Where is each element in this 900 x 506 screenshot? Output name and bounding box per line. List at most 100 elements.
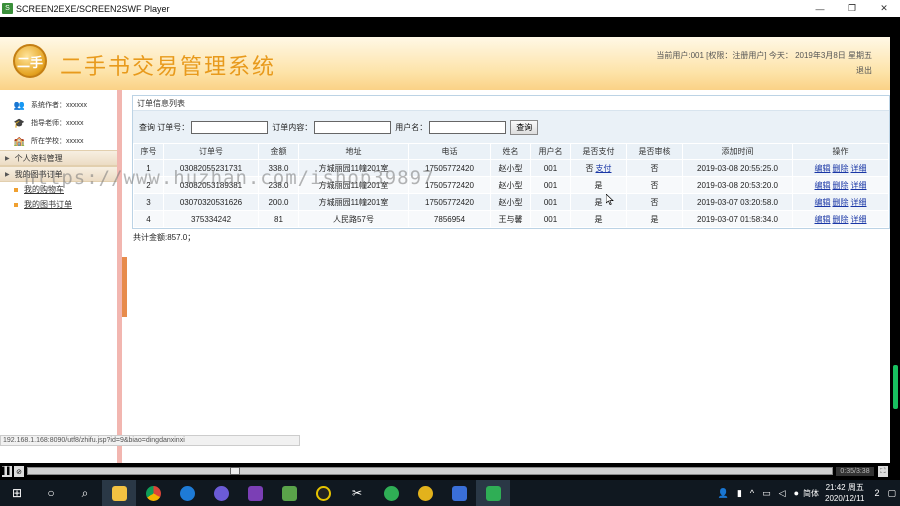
app-icon[interactable]: [374, 480, 408, 506]
delete-link[interactable]: 删除: [833, 164, 849, 173]
pay-link[interactable]: 支付: [596, 164, 612, 173]
cell-index: 3: [133, 193, 164, 211]
edit-link[interactable]: 编辑: [815, 215, 831, 224]
search-icon[interactable]: ⌕: [68, 480, 102, 506]
cell-time: 2019-03-07 01:58:34.0: [682, 210, 793, 228]
volume-icon[interactable]: ◁: [779, 488, 786, 499]
edit-link[interactable]: 编辑: [815, 198, 831, 207]
cell-name: 赵小型: [490, 193, 531, 211]
maximize-button[interactable]: ❐: [836, 0, 868, 17]
search-button[interactable]: 查询: [510, 119, 539, 135]
fullscreen-button[interactable]: ⛶: [878, 466, 888, 477]
triangle-down-icon: ▶: [5, 171, 10, 178]
chrome-icon[interactable]: [136, 480, 170, 506]
cell-order-no: 03082055231731: [163, 159, 259, 177]
detail-link[interactable]: 详细: [851, 181, 867, 190]
qq-icon[interactable]: [306, 480, 340, 506]
cell-amount: 238.0: [258, 176, 299, 194]
cell-audited: 否: [626, 159, 683, 177]
cell-actions: 编辑 删除 详细: [792, 176, 889, 194]
people-icon[interactable]: 👤: [718, 488, 729, 499]
window-titlebar: S SCREEN2EXE/SCREEN2SWF Player — ❐ ✕: [0, 0, 900, 17]
content-input[interactable]: [314, 120, 392, 134]
user-info: 当前用户:001 [权限：注册用户] 今天： 2019年3月8日 星期五: [656, 51, 872, 60]
delete-link[interactable]: 删除: [833, 198, 849, 207]
cell-phone: 7856954: [408, 210, 491, 228]
cell-audited: 是: [626, 210, 683, 228]
site-logo: 二手: [13, 44, 47, 78]
screen2exe-icon[interactable]: [476, 480, 510, 506]
order-no-input[interactable]: [191, 120, 269, 134]
author-label: 系统作者：xxxxxx: [31, 102, 87, 109]
seek-bar[interactable]: [27, 467, 833, 475]
logout-link[interactable]: 退出: [856, 65, 872, 76]
seek-knob[interactable]: [230, 467, 240, 475]
menu-orders[interactable]: ▶ 我的图书订单: [0, 166, 117, 182]
edge-icon[interactable]: [170, 480, 204, 506]
author-row: 👥 系统作者：xxxxxx: [0, 96, 117, 114]
detail-link[interactable]: 详细: [851, 198, 867, 207]
playback-time: 0:35/3:38: [836, 467, 874, 476]
sidebar-item-my-orders[interactable]: 我的图书订单: [0, 197, 117, 212]
cell-phone: 17505772420: [408, 193, 491, 211]
cell-username: 001: [530, 210, 571, 228]
cell-paid: 否支付: [570, 159, 627, 177]
pause-button[interactable]: ▌▌: [2, 466, 12, 477]
mouse-cursor-icon: [606, 194, 614, 205]
close-button[interactable]: ✕: [868, 0, 900, 17]
col-name: 姓名: [490, 143, 531, 160]
cell-amount: 338.0: [258, 159, 299, 177]
chevron-up-icon[interactable]: ^: [750, 488, 754, 498]
cell-order-no: 03070320531626: [163, 193, 259, 211]
clock[interactable]: 21:42 周五 2020/12/11: [825, 482, 864, 504]
action-center-icon[interactable]: ▢: [887, 488, 896, 499]
edit-link[interactable]: 编辑: [815, 181, 831, 190]
teacher-icon: 🎓: [13, 117, 26, 128]
ime-indicator[interactable]: 简体: [803, 488, 819, 499]
app-icon[interactable]: [442, 480, 476, 506]
panel-title: 订单信息列表: [133, 96, 889, 111]
col-audited: 是否审核: [626, 143, 683, 160]
delete-link[interactable]: 删除: [833, 215, 849, 224]
cell-username: 001: [530, 193, 571, 211]
battery-icon[interactable]: ▮: [737, 488, 742, 499]
cell-address: 方城丽园11幢201室: [298, 193, 409, 211]
app-icon[interactable]: [408, 480, 442, 506]
menu-profile-label: 个人资料管理: [14, 153, 63, 163]
file-explorer-icon[interactable]: [102, 480, 136, 506]
detail-link[interactable]: 详细: [851, 215, 867, 224]
delete-link[interactable]: 删除: [833, 181, 849, 190]
network-icon[interactable]: ▭: [762, 488, 771, 499]
cell-actions: 编辑 删除 详细: [792, 159, 889, 177]
window-title: SCREEN2EXE/SCREEN2SWF Player: [16, 3, 170, 14]
cell-paid: 是: [570, 210, 627, 228]
sidebar-splitter[interactable]: [122, 257, 127, 317]
col-amount: 金额: [258, 143, 299, 160]
detail-link[interactable]: 详细: [851, 164, 867, 173]
col-address: 地址: [298, 143, 409, 160]
stop-button[interactable]: ⊘: [14, 466, 24, 477]
school-icon: 🏫: [13, 135, 26, 146]
media-icon[interactable]: [204, 480, 238, 506]
edit-link[interactable]: 编辑: [815, 164, 831, 173]
tray-app-icon[interactable]: ●: [794, 488, 799, 498]
tool-icon[interactable]: ✂: [340, 480, 374, 506]
table-header-row: 序号 订单号 金额 地址 电话 姓名 用户名 是否支付 是否审核 添加时间 操作: [133, 143, 889, 160]
username-input[interactable]: [429, 120, 507, 134]
search-query-label: 查询: [139, 122, 155, 132]
notification-icon[interactable]: 2: [874, 488, 879, 498]
minimize-button[interactable]: —: [804, 0, 836, 17]
triangle-right-icon: ▶: [5, 155, 10, 162]
app-icon[interactable]: [272, 480, 306, 506]
sidebar-item-cart[interactable]: 我的购物车: [0, 182, 117, 197]
app-icon[interactable]: [238, 480, 272, 506]
menu-orders-label: 我的图书订单: [14, 169, 63, 179]
col-order-no: 订单号: [163, 143, 259, 160]
username-label: 用户名：: [395, 122, 428, 132]
start-button[interactable]: ⊞: [0, 480, 34, 506]
table-row: 1 03082055231731 338.0 方城丽园11幢201室 17505…: [133, 159, 889, 177]
scrollbar-thumb[interactable]: [893, 365, 898, 409]
cortana-icon[interactable]: ○: [34, 480, 68, 506]
cell-address: 方城丽园11幢201室: [298, 159, 409, 177]
menu-profile[interactable]: ▶ 个人资料管理: [0, 150, 117, 166]
